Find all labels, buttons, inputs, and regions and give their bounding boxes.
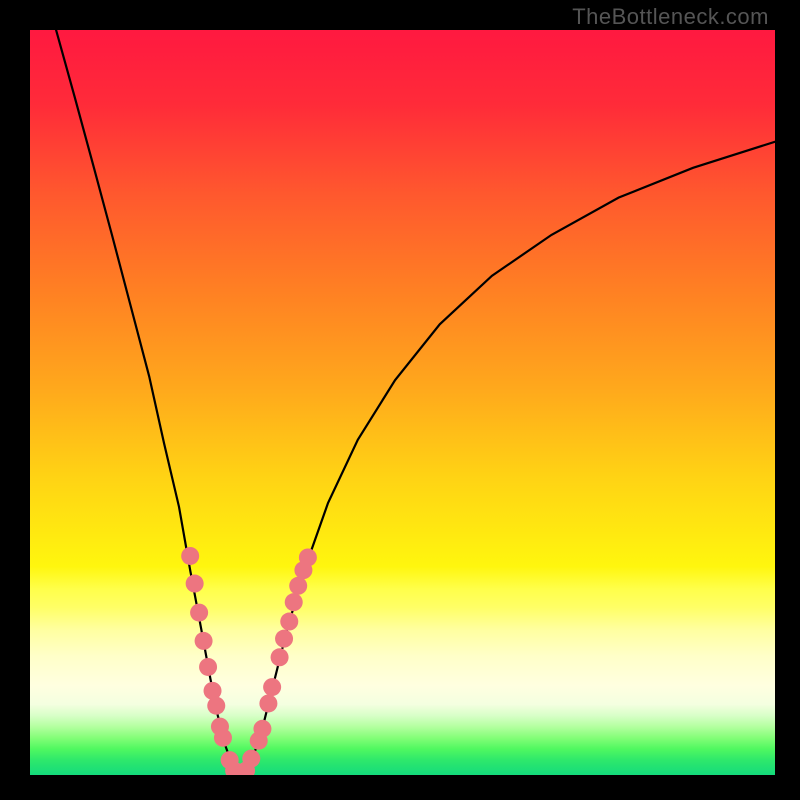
plot-area (30, 30, 775, 775)
data-point (190, 604, 208, 622)
data-point (199, 658, 217, 676)
data-point (214, 729, 232, 747)
curve-layer (30, 30, 775, 775)
bottleneck-curve (240, 142, 775, 775)
chart-frame: TheBottleneck.com (0, 0, 800, 800)
data-point (259, 694, 277, 712)
data-markers (181, 547, 317, 775)
data-point (253, 720, 271, 738)
data-point (285, 593, 303, 611)
data-point (275, 630, 293, 648)
data-point (280, 613, 298, 631)
data-point (195, 632, 213, 650)
watermark-text: TheBottleneck.com (572, 4, 769, 30)
data-point (207, 697, 225, 715)
data-point (181, 547, 199, 565)
data-point (242, 750, 260, 768)
data-point (186, 575, 204, 593)
data-point (263, 678, 281, 696)
data-point (289, 577, 307, 595)
data-point (299, 548, 317, 566)
data-point (271, 648, 289, 666)
